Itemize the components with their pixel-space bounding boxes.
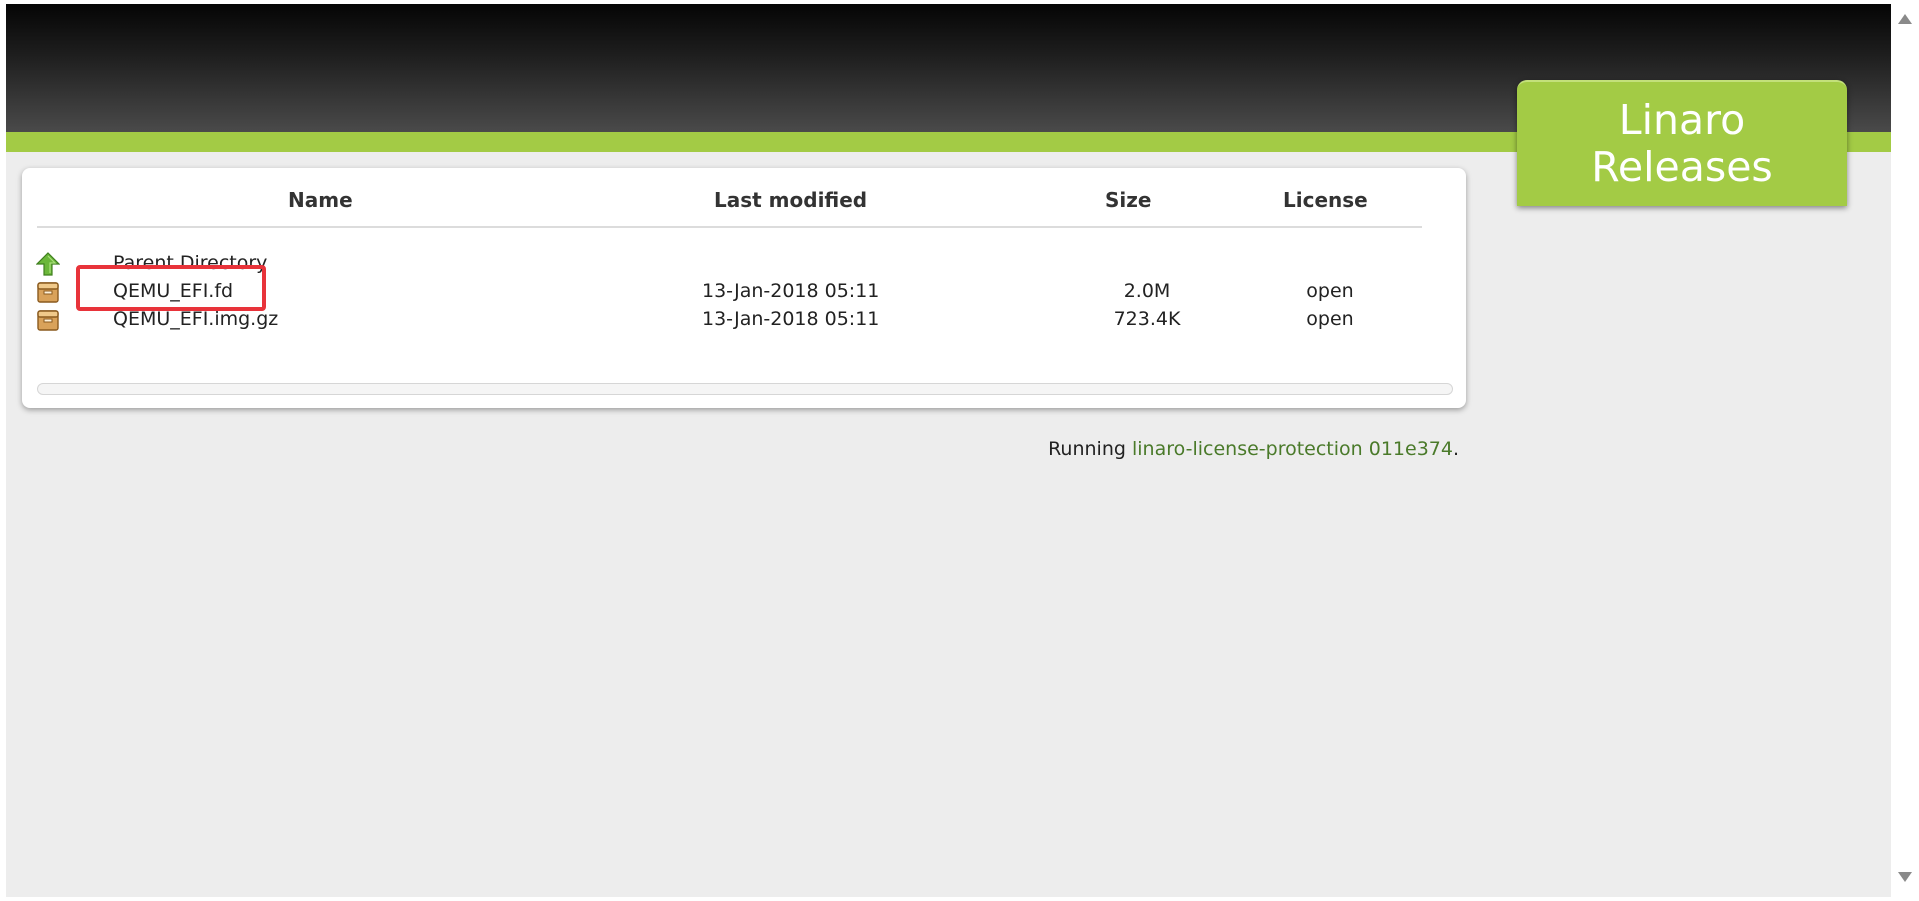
package-icon <box>36 280 60 304</box>
footer-suffix: . <box>1452 438 1459 460</box>
column-header-license[interactable]: License <box>1283 188 1368 212</box>
last-modified-cell: 13-Jan-2018 05:11 <box>702 308 880 330</box>
file-name-link[interactable]: QEMU_EFI.img.gz <box>113 308 278 330</box>
footer-text: Running linaro-license-protection 011e37… <box>1048 438 1459 460</box>
column-header-name[interactable]: Name <box>288 188 353 212</box>
horizontal-scrollbar[interactable] <box>37 383 1453 395</box>
size-cell: 723.4K <box>1113 308 1181 330</box>
footer-version-link[interactable]: linaro-license-protection 011e374 <box>1132 438 1453 460</box>
browser-viewport: Linaro Releases Name Last modified Size … <box>6 4 1891 897</box>
brand-line-1: Linaro <box>1618 96 1746 144</box>
license-cell: open <box>1306 280 1354 302</box>
brand-logo[interactable]: Linaro Releases <box>1517 80 1847 206</box>
table-row[interactable]: QEMU_EFI.img.gz 13-Jan-2018 05:11 723.4K… <box>22 307 1466 335</box>
last-modified-cell: 13-Jan-2018 05:11 <box>702 280 880 302</box>
package-icon <box>36 308 60 332</box>
header-divider <box>37 226 1422 228</box>
size-cell: 2.0M <box>1123 280 1171 302</box>
file-name-link-text[interactable]: QEMU_EFI.img.gz <box>113 308 278 330</box>
up-arrow-icon <box>35 252 61 276</box>
brand-line-2: Releases <box>1591 143 1773 191</box>
license-cell: open <box>1306 308 1354 330</box>
highlight-box <box>76 265 266 311</box>
column-header-last-modified[interactable]: Last modified <box>714 188 867 212</box>
column-header-size[interactable]: Size <box>1105 188 1151 212</box>
scroll-up-arrow-icon[interactable] <box>1898 14 1912 24</box>
vertical-scrollbar[interactable] <box>1891 0 1919 901</box>
footer-prefix: Running <box>1048 438 1132 460</box>
scroll-down-arrow-icon[interactable] <box>1898 872 1912 882</box>
